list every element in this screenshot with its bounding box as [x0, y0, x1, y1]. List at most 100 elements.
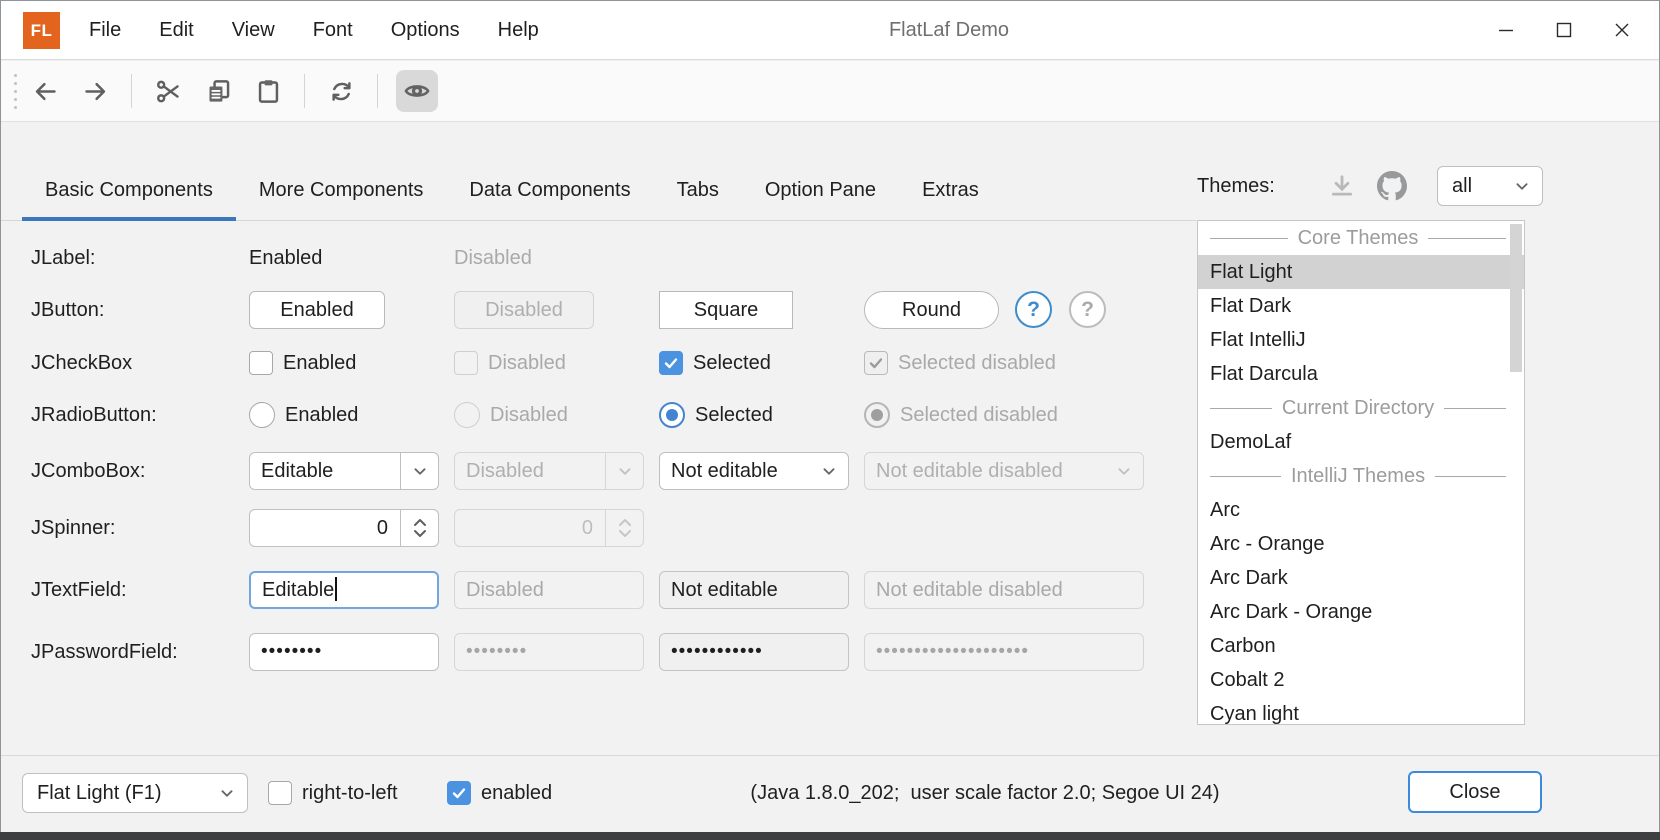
laf-selector-combobox[interactable]: Flat Light (F1) — [22, 773, 248, 813]
jbutton-round[interactable]: Round — [864, 291, 999, 329]
row-label: JLabel: — [31, 239, 96, 277]
checkbox-label: right-to-left — [302, 782, 398, 805]
paste-button[interactable] — [246, 69, 290, 113]
menu-options[interactable]: Options — [375, 1, 476, 59]
chevron-down-icon[interactable] — [400, 453, 438, 489]
jradiobutton-row: JRadioButton: Enabled Disabled Selected … — [1, 396, 1659, 434]
jlabel-disabled: Disabled — [454, 239, 532, 277]
close-button[interactable]: Close — [1408, 771, 1542, 813]
radio-selected[interactable]: Selected — [659, 396, 773, 434]
menu-edit[interactable]: Edit — [143, 1, 209, 59]
toolbar-grip-handle[interactable] — [14, 74, 17, 109]
textfield-not-editable[interactable]: Not editable — [659, 571, 849, 609]
maximize-icon — [1552, 18, 1576, 42]
forward-button[interactable] — [73, 69, 117, 113]
checkbox-unchecked-icon — [454, 351, 478, 375]
statusbar-separator — [1, 755, 1659, 756]
passwordfield-not-editable-disabled: •••••••••••••••••••• — [864, 633, 1144, 671]
spinner-arrows[interactable] — [400, 510, 438, 546]
chevron-down-icon[interactable] — [810, 453, 848, 489]
tab-more-components[interactable]: More Components — [236, 160, 447, 220]
checkbox-disabled: Disabled — [454, 344, 566, 382]
menu-view[interactable]: View — [216, 1, 291, 59]
jlabel-row: JLabel: Enabled Disabled — [1, 239, 1659, 277]
radio-disabled: Disabled — [454, 396, 568, 434]
checkbox-label: Disabled — [488, 352, 566, 375]
tab-tabs[interactable]: Tabs — [654, 160, 742, 220]
row-label: JTextField: — [31, 571, 127, 609]
combobox-disabled: Disabled — [454, 452, 644, 490]
themes-label: Themes: — [1197, 166, 1275, 206]
tab-basic-components[interactable]: Basic Components — [22, 160, 236, 220]
radio-enabled[interactable]: Enabled — [249, 396, 358, 434]
menu-file[interactable]: File — [73, 1, 137, 59]
menu-help[interactable]: Help — [482, 1, 555, 59]
checkbox-label: enabled — [481, 782, 552, 805]
checkbox-checked-icon — [659, 351, 683, 375]
radio-label: Disabled — [490, 404, 568, 427]
radio-label: Selected disabled — [900, 404, 1058, 427]
checkbox-checked-icon — [447, 781, 471, 805]
chevron-down-icon — [1511, 175, 1533, 197]
close-icon — [1610, 18, 1634, 42]
passwordfield-enabled[interactable]: •••••••• — [249, 633, 439, 671]
jbutton-help-blue[interactable]: ? — [1015, 291, 1052, 328]
jbutton-row: JButton: Enabled Disabled Square Round ?… — [1, 291, 1659, 329]
tab-data-components[interactable]: Data Components — [446, 160, 653, 220]
jbutton-square[interactable]: Square — [659, 291, 793, 329]
checkbox-selected-disabled: Selected disabled — [864, 344, 1056, 382]
combobox-not-editable-disabled: Not editable disabled — [864, 452, 1144, 490]
toolbar-separator — [377, 74, 378, 108]
eye-icon — [403, 77, 431, 105]
row-label: JSpinner: — [31, 509, 116, 547]
jbutton-disabled: Disabled — [454, 291, 594, 329]
show-toggle-button[interactable] — [396, 70, 438, 112]
spinner-enabled[interactable]: 0 — [249, 509, 439, 547]
maximize-button[interactable] — [1535, 1, 1593, 59]
radio-unselected-icon — [249, 402, 275, 428]
minimize-icon — [1494, 18, 1518, 42]
chevron-up-icon — [412, 516, 428, 528]
tab-extras[interactable]: Extras — [899, 160, 1002, 220]
passwordfield-not-editable[interactable]: •••••••••••• — [659, 633, 849, 671]
copy-button[interactable] — [196, 69, 240, 113]
textfield-not-editable-disabled: Not editable disabled — [864, 571, 1144, 609]
checkbox-unchecked-icon — [249, 351, 273, 375]
jcombobox-row: JComboBox: Editable Disabled Not editabl… — [1, 452, 1659, 490]
checkbox-selected[interactable]: Selected — [659, 344, 771, 382]
row-label: JRadioButton: — [31, 396, 157, 434]
download-themes-button[interactable] — [1322, 166, 1362, 206]
cut-button[interactable] — [146, 69, 190, 113]
jbutton-enabled[interactable]: Enabled — [249, 291, 385, 329]
refresh-button[interactable] — [319, 69, 363, 113]
refresh-icon — [328, 78, 355, 105]
row-label: JCheckBox — [31, 344, 132, 382]
textfield-editable[interactable]: Editable — [249, 571, 439, 609]
textfield-disabled: Disabled — [454, 571, 644, 609]
radio-label: Selected — [695, 404, 773, 427]
theme-item-cyan-light[interactable]: Cyan light — [1198, 697, 1524, 725]
toolbar-separator — [131, 74, 132, 108]
tab-option-pane[interactable]: Option Pane — [742, 160, 899, 220]
close-window-button[interactable] — [1593, 1, 1651, 59]
back-button[interactable] — [23, 69, 67, 113]
menu-bar: File Edit View Font Options Help — [73, 1, 561, 59]
radio-label: Enabled — [285, 404, 358, 427]
spinner-disabled: 0 — [454, 509, 644, 547]
forward-arrow-icon — [82, 78, 109, 105]
jcheckbox-row: JCheckBox Enabled Disabled Selected Sele… — [1, 344, 1659, 382]
checkbox-enabled[interactable]: Enabled — [249, 344, 356, 382]
menu-font[interactable]: Font — [297, 1, 369, 59]
minimize-button[interactable] — [1477, 1, 1535, 59]
right-to-left-checkbox[interactable]: right-to-left — [268, 773, 398, 813]
enabled-checkbox[interactable]: enabled — [447, 773, 552, 813]
github-button[interactable] — [1372, 166, 1412, 206]
combobox-not-editable[interactable]: Not editable — [659, 452, 849, 490]
checkbox-label: Selected — [693, 352, 771, 375]
combobox-editable[interactable]: Editable — [249, 452, 439, 490]
checkbox-unchecked-icon — [268, 781, 292, 805]
toolbar — [1, 61, 1659, 122]
theme-filter-combobox[interactable]: all — [1437, 166, 1543, 206]
back-arrow-icon — [32, 78, 59, 105]
row-label: JComboBox: — [31, 452, 146, 490]
